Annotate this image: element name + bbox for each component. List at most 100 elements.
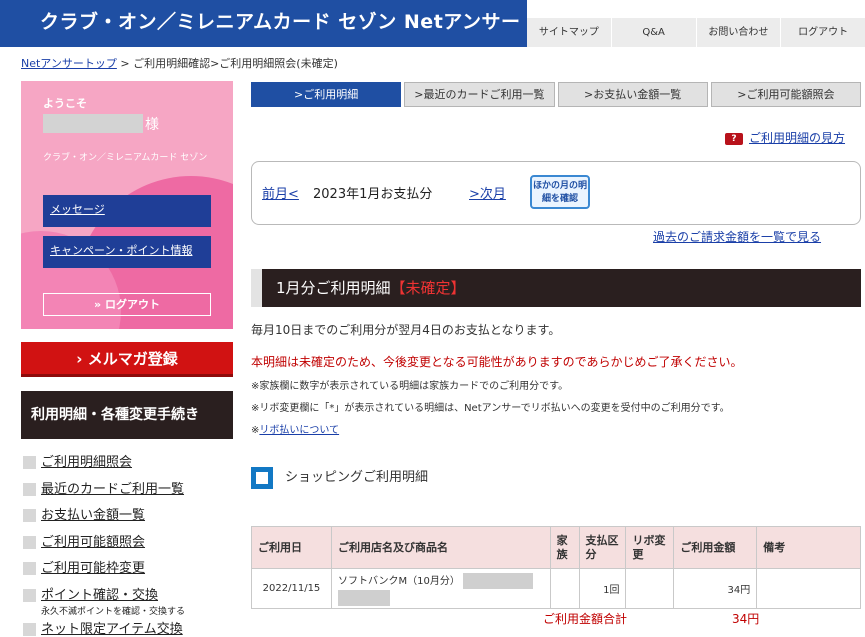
side-menu-item-limit-change[interactable]: ご利用可能枠変更 xyxy=(21,557,233,584)
cell-family xyxy=(549,568,580,609)
next-month-link[interactable]: >次月 xyxy=(469,183,506,202)
unconfirmed-warning: 本明細は未確定のため、今後変更となる可能性がありますのであらかじめご了承ください… xyxy=(251,355,743,369)
past-billing-link[interactable]: 過去のご請求金額を一覧で見る xyxy=(653,228,821,245)
tab-label: ご利用明細 xyxy=(303,88,359,101)
shopping-heading: ショッピングご利用明細 xyxy=(251,466,428,489)
revolving-info: ※リボ払いについて xyxy=(251,421,339,436)
sidebar-logout-label: ログアウト xyxy=(104,298,160,311)
tab-label: 最近のカードご利用一覧 xyxy=(423,88,545,101)
total-value: 34円 xyxy=(732,612,760,626)
side-menu-link[interactable]: お支払い金額一覧 xyxy=(41,508,145,523)
side-menu-item-available[interactable]: ご利用可能額照会 xyxy=(21,531,233,558)
side-menu-sublink[interactable]: 永久不滅ポイントを確認・交換する xyxy=(41,604,233,617)
mailmag-register-button[interactable]: › メルマガ登録 xyxy=(21,342,233,377)
current-month: 2023年1月お支払分 xyxy=(313,187,433,202)
statement-status: 【未確定】 xyxy=(390,279,466,297)
family-notice: ※家族欄に数字が表示されている明細は家族カードでのご利用分です。 xyxy=(251,381,569,392)
breadcrumb: Netアンサートップ > ご利用明細確認>ご利用明細照会(未確定) xyxy=(21,55,338,71)
shopping-title: ショッピングご利用明細 xyxy=(285,470,429,485)
chevron-right-icon: > xyxy=(584,88,594,101)
square-bullet-icon xyxy=(23,588,36,602)
nav-qa[interactable]: Q&A xyxy=(610,18,696,47)
welcome-panel: ようこそ 様 クラブ・オン／ミレニアムカード セゾン メッセージ キャンペーン・… xyxy=(21,81,233,329)
col-note: 備考 xyxy=(756,526,861,569)
month-selector: 前月< 2023年1月お支払分 >次月 ほかの月の明細を確認 xyxy=(251,161,861,225)
nav-contact[interactable]: お問い合わせ xyxy=(695,18,781,47)
help-icon: ? xyxy=(725,132,743,145)
total-label: ご利用金額合計 xyxy=(543,612,628,626)
col-date: ご利用日 xyxy=(251,526,332,569)
nav-sitemap[interactable]: サイトマップ xyxy=(527,18,611,47)
usage-table: ご利用日 ご利用店名及び商品名 家族 支払区分 リボ変更 ご利用金額 備考 20… xyxy=(251,526,861,609)
side-menu-item-points[interactable]: ポイント確認・交換 永久不滅ポイントを確認・交換する xyxy=(21,584,233,618)
revolving-info-link[interactable]: リボ払いについて xyxy=(259,425,339,436)
tab-recent-usage[interactable]: >最近のカードご利用一覧 xyxy=(404,82,555,107)
square-bullet-icon xyxy=(23,562,36,575)
side-menu-item-statement[interactable]: ご利用明細照会 xyxy=(21,451,233,478)
breadcrumb-home-link[interactable]: Netアンサートップ xyxy=(21,57,117,70)
side-menu-link[interactable]: ネット限定アイテム交換 xyxy=(41,622,183,637)
store-name: ソフトバンクM（10月分） xyxy=(337,575,460,587)
table-header-row: ご利用日 ご利用店名及び商品名 家族 支払区分 リボ変更 ご利用金額 備考 xyxy=(251,526,861,569)
tab-label: ご利用可能額照会 xyxy=(746,88,835,101)
side-menu-link[interactable]: ご利用可能枠変更 xyxy=(41,561,145,576)
nav-logout[interactable]: ログアウト xyxy=(780,18,865,47)
statement-tabs: >ご利用明細 >最近のカードご利用一覧 >お支払い金額一覧 >ご利用可能額照会 xyxy=(251,82,861,107)
tab-available-amount[interactable]: >ご利用可能額照会 xyxy=(710,82,861,107)
sidebar-logout-button[interactable]: » ログアウト xyxy=(43,293,211,316)
side-menu-link[interactable]: ご利用明細照会 xyxy=(41,455,132,470)
chevron-right-icon: > xyxy=(294,88,304,101)
campaign-point-button[interactable]: キャンペーン・ポイント情報 xyxy=(43,236,211,268)
statement-howto[interactable]: ? ご利用明細の見方 xyxy=(725,129,845,146)
cell-revolving xyxy=(625,568,675,609)
side-menu-item-payments[interactable]: お支払い金額一覧 xyxy=(21,504,233,531)
side-menu-item-recent[interactable]: 最近のカードご利用一覧 xyxy=(21,478,233,505)
side-menu: ご利用明細照会 最近のカードご利用一覧 お支払い金額一覧 ご利用可能額照会 ご利… xyxy=(21,451,233,637)
cell-payment-type: 1回 xyxy=(578,568,627,609)
square-bullet-icon xyxy=(23,456,36,469)
tab-payment-list[interactable]: >お支払い金額一覧 xyxy=(557,82,708,107)
chevron-right-icon: › xyxy=(76,350,88,368)
payment-schedule-notice: 毎月10日までのご利用分が翌月4日のお支払となります。 xyxy=(251,323,561,337)
side-menu-link[interactable]: ポイント確認・交換 xyxy=(41,588,158,603)
tab-statement[interactable]: >ご利用明細 xyxy=(251,82,402,107)
cell-date: 2022/11/15 xyxy=(251,568,332,609)
revolving-notice: ※リボ変更欄に「*」が表示されている明細は、Netアンサーでリボ払いへの変更を受… xyxy=(251,403,730,414)
side-menu-link[interactable]: 最近のカードご利用一覧 xyxy=(41,482,184,497)
square-marker-icon xyxy=(251,466,273,489)
other-month-button[interactable]: ほかの月の明細を確認 xyxy=(530,175,590,209)
brand-title: クラブ・オン／ミレニアムカード セゾン Netアンサー xyxy=(40,11,521,33)
statement-heading: 1月分ご利用明細【未確定】 xyxy=(251,269,861,307)
howto-link[interactable]: ご利用明細の見方 xyxy=(749,131,845,145)
cell-amount: 34円 xyxy=(673,568,758,609)
col-payment-type: 支払区分 xyxy=(578,526,627,569)
tab-label: お支払い金額一覧 xyxy=(593,88,682,101)
chevrons-right-icon: » xyxy=(94,298,105,311)
side-menu-link[interactable]: ご利用可能額照会 xyxy=(41,535,145,550)
table-row: 2022/11/15 ソフトバンクM（10月分） 1回 34円 xyxy=(251,568,861,609)
side-menu-item-net-items[interactable]: ネット限定アイテム交換 xyxy=(21,618,233,637)
breadcrumb-trail: > ご利用明細確認>ご利用明細照会(未確定) xyxy=(116,57,338,70)
message-button-label: メッセージ xyxy=(50,203,105,216)
prev-month-link[interactable]: 前月< xyxy=(262,183,299,202)
brand-header: クラブ・オン／ミレニアムカード セゾン Netアンサー xyxy=(0,0,527,47)
top-nav: サイトマップ Q&A お問い合わせ ログアウト xyxy=(527,0,865,47)
square-bullet-icon xyxy=(23,622,36,636)
redacted-name xyxy=(43,114,143,133)
statement-title: 1月分ご利用明細 xyxy=(276,279,391,297)
mailmag-label: メルマガ登録 xyxy=(87,350,178,368)
square-bullet-icon xyxy=(23,509,36,522)
redacted-block xyxy=(337,589,390,606)
square-bullet-icon xyxy=(23,482,36,496)
square-bullet-icon xyxy=(23,535,36,549)
cell-store: ソフトバンクM（10月分） xyxy=(330,568,551,609)
col-revolving: リボ変更 xyxy=(625,526,675,569)
honorific: 様 xyxy=(145,117,159,133)
card-name: クラブ・オン／ミレニアムカード セゾン xyxy=(43,153,208,163)
message-button[interactable]: メッセージ xyxy=(43,195,211,227)
col-family: 家族 xyxy=(549,526,580,569)
procedures-heading: 利用明細・各種変更手続き xyxy=(21,391,233,439)
col-store: ご利用店名及び商品名 xyxy=(330,526,551,569)
welcome-text: ようこそ xyxy=(43,97,87,110)
col-amount: ご利用金額 xyxy=(673,526,758,569)
